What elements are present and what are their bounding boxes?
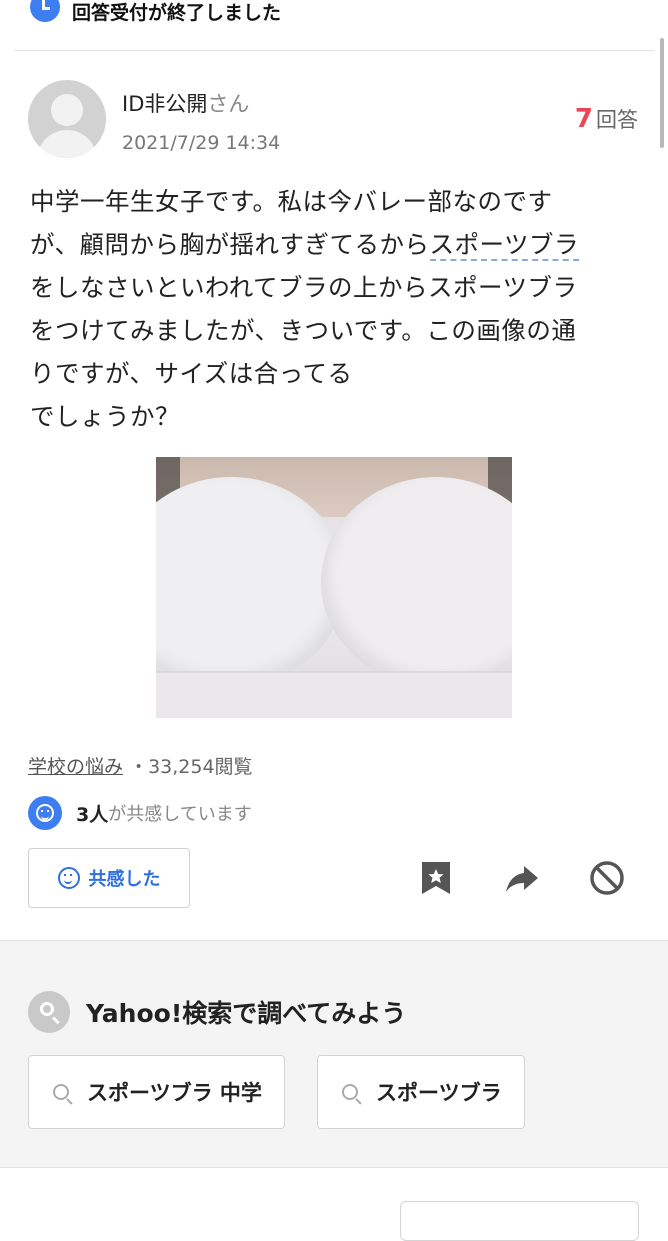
search-icon	[53, 1084, 69, 1100]
search-icon	[342, 1084, 358, 1100]
avatar	[28, 80, 106, 158]
search-title: Yahoo!検索で調べてみよう	[86, 999, 407, 1028]
answer-count-number: 7	[574, 104, 593, 134]
search-section: Yahoo!検索で調べてみよう スポーツブラ 中学 スポーツブラ	[0, 940, 668, 1168]
view-count: 33,254閲覧	[148, 756, 253, 778]
user-name: ID非公開さん	[122, 88, 249, 118]
empathy-number: 3人	[76, 803, 109, 826]
empathy-label: が共感しています	[108, 804, 252, 825]
search-icon	[28, 991, 70, 1033]
question-photo[interactable]	[156, 457, 512, 718]
empathy-count: 3人 が共感しています	[28, 796, 252, 830]
question-line: をしなさいといわれてブラの上からスポーツブラ	[30, 273, 578, 302]
smile-outline-icon	[57, 867, 80, 889]
clock-icon	[30, 0, 60, 22]
user-id: ID非公開	[122, 92, 208, 116]
block-icon[interactable]	[589, 860, 625, 896]
answer-count[interactable]: 7 回答	[575, 104, 638, 134]
question-line: 中学一年生女子です。私は今バレー部なのです	[30, 187, 553, 216]
smile-icon	[28, 796, 62, 830]
question-line: が、顧問から胸が揺れすぎてるからスポーツブラ	[30, 223, 640, 266]
category-link[interactable]: 学校の悩み	[28, 756, 123, 778]
empathy-button[interactable]: 共感した	[28, 848, 190, 908]
empathy-button-label: 共感した	[88, 869, 161, 890]
user-suffix: さん	[207, 92, 250, 116]
meta-separator: ・	[129, 756, 149, 778]
search-chip[interactable]: スポーツブラ 中学	[28, 1055, 285, 1129]
search-heading: Yahoo!検索で調べてみよう	[28, 991, 406, 1033]
question-line: りですが、サイズは合ってる	[30, 359, 353, 388]
search-chip[interactable]: スポーツブラ	[317, 1055, 525, 1129]
question-line: をつけてみましたが、きついです。この画像の通	[30, 316, 577, 345]
answer-count-label: 回答	[596, 108, 638, 132]
question-line: でしょうか？	[30, 402, 180, 431]
search-chip-label: スポーツブラ 中学	[87, 1081, 262, 1105]
scrollbar[interactable]	[660, 38, 664, 148]
meta-row: 学校の悩み ・33,254閲覧	[28, 752, 253, 779]
share-icon[interactable]	[504, 860, 540, 896]
divider	[14, 50, 654, 51]
post-date: 2021/7/29 14:34	[122, 132, 281, 154]
search-chip-label: スポーツブラ	[376, 1081, 502, 1105]
status-text: 回答受付が終了しました	[72, 2, 282, 24]
bottom-button[interactable]	[400, 1201, 639, 1241]
question-line-text: が、顧問から胸が揺れすぎてるから	[30, 230, 430, 259]
bookmark-icon[interactable]	[418, 860, 454, 896]
question-body: 中学一年生女子です。私は今バレー部なのです が、顧問から胸が揺れすぎてるからスポ…	[30, 180, 640, 438]
keyword-link[interactable]: スポーツブラ	[429, 230, 580, 261]
